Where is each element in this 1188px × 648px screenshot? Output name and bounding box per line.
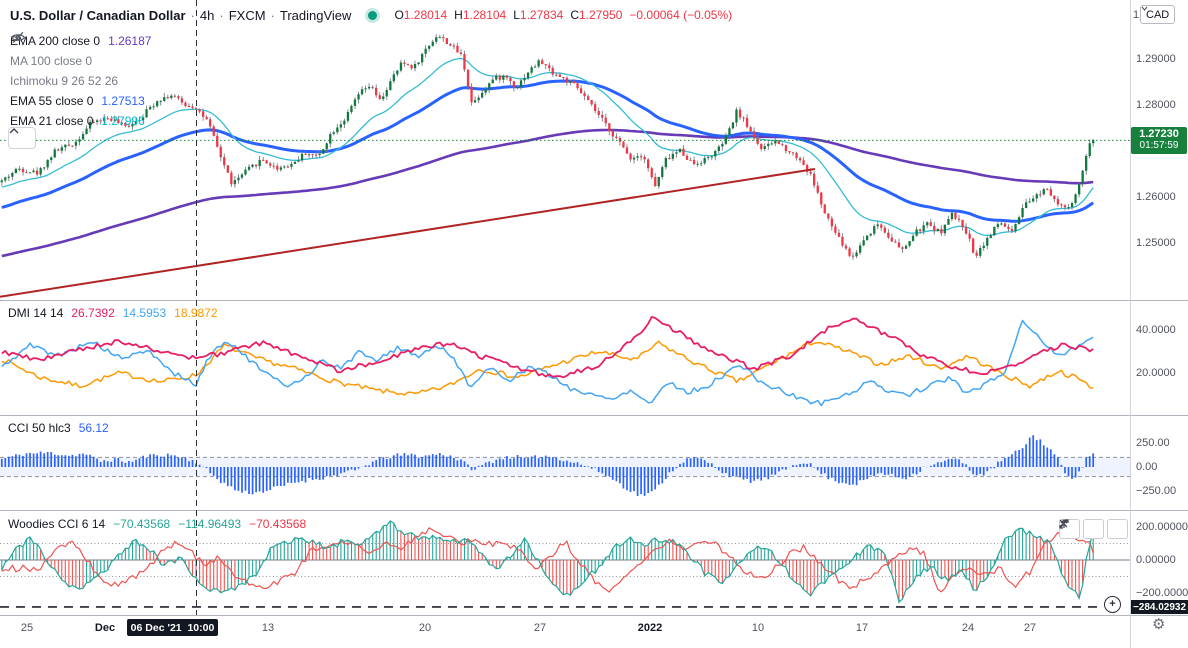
legend-label: EMA 21 close 0 <box>10 114 94 128</box>
cci-axis-label: 0.00 <box>1136 460 1158 473</box>
ohlc-label: H <box>454 8 463 22</box>
interval-label[interactable]: 4h <box>200 8 214 23</box>
pane-title[interactable]: CCI 50 hlc3 <box>8 421 71 435</box>
change-value: −0.00064 (−0.05%) <box>629 8 733 22</box>
woodies-level-badge: −284.02932 <box>1131 600 1188 614</box>
pane-value: 14.5953 <box>122 306 167 320</box>
pane-value: 26.7392 <box>71 306 115 320</box>
current-price-badge: 1.27230 01:57:59 <box>1131 126 1187 154</box>
woodies-axis-label: 0.00000 <box>1136 553 1176 566</box>
legend-row[interactable]: EMA 55 close 0 1.27513 <box>10 91 151 111</box>
legend-row[interactable]: Ichimoku 9 26 52 26 <box>10 31 151 91</box>
pane-value: 18.9872 <box>174 306 218 320</box>
ohlc-item: H1.28104 <box>454 8 506 22</box>
cci-axis-label: −250.00 <box>1136 484 1177 497</box>
ohlc-value: 1.28014 <box>403 8 448 22</box>
time-axis-label: 10 <box>751 622 765 634</box>
tradingview-chart-window: U.S. Dollar / Canadian Dollar · 4h · FXC… <box>0 0 1188 648</box>
pane-value: −70.43568 <box>113 517 171 531</box>
chart-canvas[interactable] <box>0 0 1188 648</box>
legend-value: 1.27996 <box>101 114 145 128</box>
legend-label: Ichimoku 9 26 52 26 <box>10 74 119 88</box>
pane-value: 56.12 <box>78 421 109 435</box>
maximize-icon <box>1059 519 1069 529</box>
time-axis-label: 13 <box>261 622 275 634</box>
price-axis-label: 1.26000 <box>1136 190 1176 203</box>
market-status-dot <box>368 10 378 20</box>
legend-collapse-button[interactable] <box>8 127 36 149</box>
legend-label: EMA 55 close 0 <box>10 94 94 108</box>
platform-label: TradingView <box>279 7 352 23</box>
ohlc-label: O <box>394 8 404 22</box>
pane-value: −114.96493 <box>178 517 242 531</box>
time-axis-label: 27 <box>533 622 547 634</box>
pane-control-buttons <box>1059 519 1128 539</box>
close-pane-button[interactable] <box>1059 519 1104 539</box>
symbol-title[interactable]: U.S. Dollar / Canadian Dollar <box>10 8 186 23</box>
indicator-legend: EMA 200 close 0 1.26187 MA 100 close 0 Ichi… <box>10 31 151 131</box>
legend-label: MA 100 close 0 <box>10 54 93 68</box>
time-axis-label: 25 <box>20 622 34 634</box>
add-alert-plus-icon[interactable]: + <box>1104 596 1121 613</box>
time-axis-label: 17 <box>855 622 869 634</box>
title-separator: · <box>219 7 224 23</box>
crosshair-date-badge: 06 Dec '21 10:00 <box>127 619 218 636</box>
dmi-axis-label: 40.0000 <box>1136 323 1176 336</box>
time-axis-label: 27 <box>1023 622 1037 634</box>
currency-label: CAD <box>1146 8 1170 21</box>
chart-legend-title-row[interactable]: U.S. Dollar / Canadian Dollar · 4h · FXC… <box>10 6 732 24</box>
legend-row[interactable]: MA 100 close 0 <box>10 31 151 71</box>
woodies-axis-label: 200.00000 <box>1136 520 1188 533</box>
price-axis-label: 1.28000 <box>1136 98 1176 111</box>
ohlc-value: 1.27834 <box>519 8 564 22</box>
dmi-axis-label: 20.0000 <box>1136 366 1176 379</box>
price-axis-label: 1.29000 <box>1136 52 1176 65</box>
ohlc-label: L <box>513 8 520 22</box>
title-separator: · <box>270 7 275 23</box>
title-separator: · <box>190 7 195 23</box>
ohlc-value: 1.28104 <box>462 8 507 22</box>
dmi-pane-header[interactable]: DMI 14 14 26.7392 14.5953 18.9872 <box>8 306 226 320</box>
chevron-down-icon <box>1141 6 1148 11</box>
ohlc-item: C1.27950 <box>570 8 622 22</box>
legend-value: 1.27513 <box>101 94 145 108</box>
maximize-pane-button[interactable] <box>1059 519 1128 539</box>
ohlc-values: O1.28014 H1.28104 L1.27834 C1.27950 −0.00064… <box>394 8 732 22</box>
pane-title[interactable]: DMI 14 14 <box>8 306 63 320</box>
pane-title[interactable]: Woodies CCI 6 14 <box>8 517 105 531</box>
time-axis-label: Dec <box>94 622 116 634</box>
chevron-up-icon <box>9 128 19 134</box>
currency-toggle-button[interactable]: CAD <box>1140 5 1176 24</box>
pane-value: −70.43568 <box>249 517 307 531</box>
ohlc-item: O1.28014 <box>394 8 447 22</box>
woodies-cci-pane-header[interactable]: Woodies CCI 6 14 −70.43568 −114.96493 −70.4… <box>8 517 314 531</box>
time-axis-label: 20 <box>418 622 432 634</box>
legend-value: 1.26187 <box>108 34 152 48</box>
cci-pane-header[interactable]: CCI 50 hlc3 56.12 <box>8 421 117 435</box>
woodies-axis-label: −200.00000 <box>1136 586 1188 599</box>
eye-off-icon[interactable] <box>10 31 26 44</box>
bar-countdown-timer: 01:57:59 <box>1139 140 1179 152</box>
market-status-icon[interactable] <box>365 7 381 23</box>
time-axis-label: 24 <box>961 622 975 634</box>
cci-axis-label: 250.00 <box>1136 436 1170 449</box>
price-axis-label: 1.25000 <box>1136 236 1176 249</box>
ohlc-label: C <box>570 8 579 22</box>
exchange-label: FXCM <box>228 7 266 23</box>
ohlc-value: 1.27950 <box>578 8 623 22</box>
ohlc-item: L1.27834 <box>513 8 563 22</box>
settings-gear-icon[interactable]: ⚙ <box>1152 615 1165 633</box>
current-price: 1.27230 <box>1139 128 1179 141</box>
legend-row[interactable]: EMA 200 close 0 1.26187 <box>10 31 151 51</box>
time-axis-label: 2022 <box>637 622 663 634</box>
